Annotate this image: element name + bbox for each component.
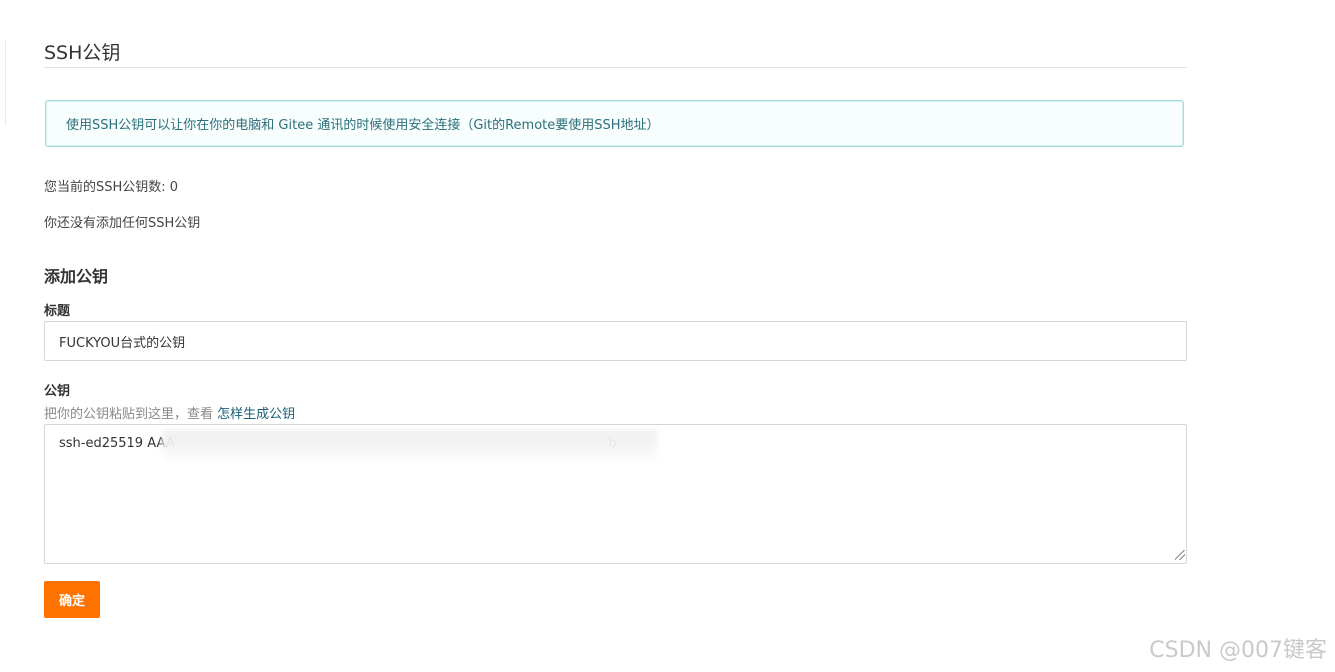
info-message: 使用SSH公钥可以让你在你的电脑和 Gitee 通讯的时候使用安全连接（Git的…	[66, 118, 660, 133]
key-hint: 把你的公钥粘贴到这里，查看 怎样生成公钥	[44, 403, 295, 422]
title-divider	[44, 67, 1187, 68]
redaction-blur	[162, 430, 657, 464]
add-key-section-title: 添加公钥	[44, 267, 109, 286]
key-field-label: 公钥	[44, 384, 71, 399]
key-count-text: 您当前的SSH公钥数: 0	[44, 180, 179, 195]
empty-keys-text: 你还没有添加任何SSH公钥	[44, 216, 201, 231]
sidebar-edge	[0, 40, 6, 126]
title-field-label: 标题	[44, 304, 71, 319]
watermark: CSDN @007键客	[1149, 638, 1327, 663]
key-hint-text: 把你的公钥粘贴到这里，查看	[44, 407, 218, 422]
textarea-resize-handle[interactable]	[1175, 550, 1185, 560]
how-to-generate-key-link[interactable]: 怎样生成公钥	[217, 407, 295, 422]
page-title: SSH公钥	[44, 42, 121, 64]
confirm-button[interactable]: 确定	[44, 581, 100, 618]
info-alert: 使用SSH公钥可以让你在你的电脑和 Gitee 通讯的时候使用安全连接（Git的…	[45, 100, 1184, 147]
title-input[interactable]	[44, 321, 1187, 361]
